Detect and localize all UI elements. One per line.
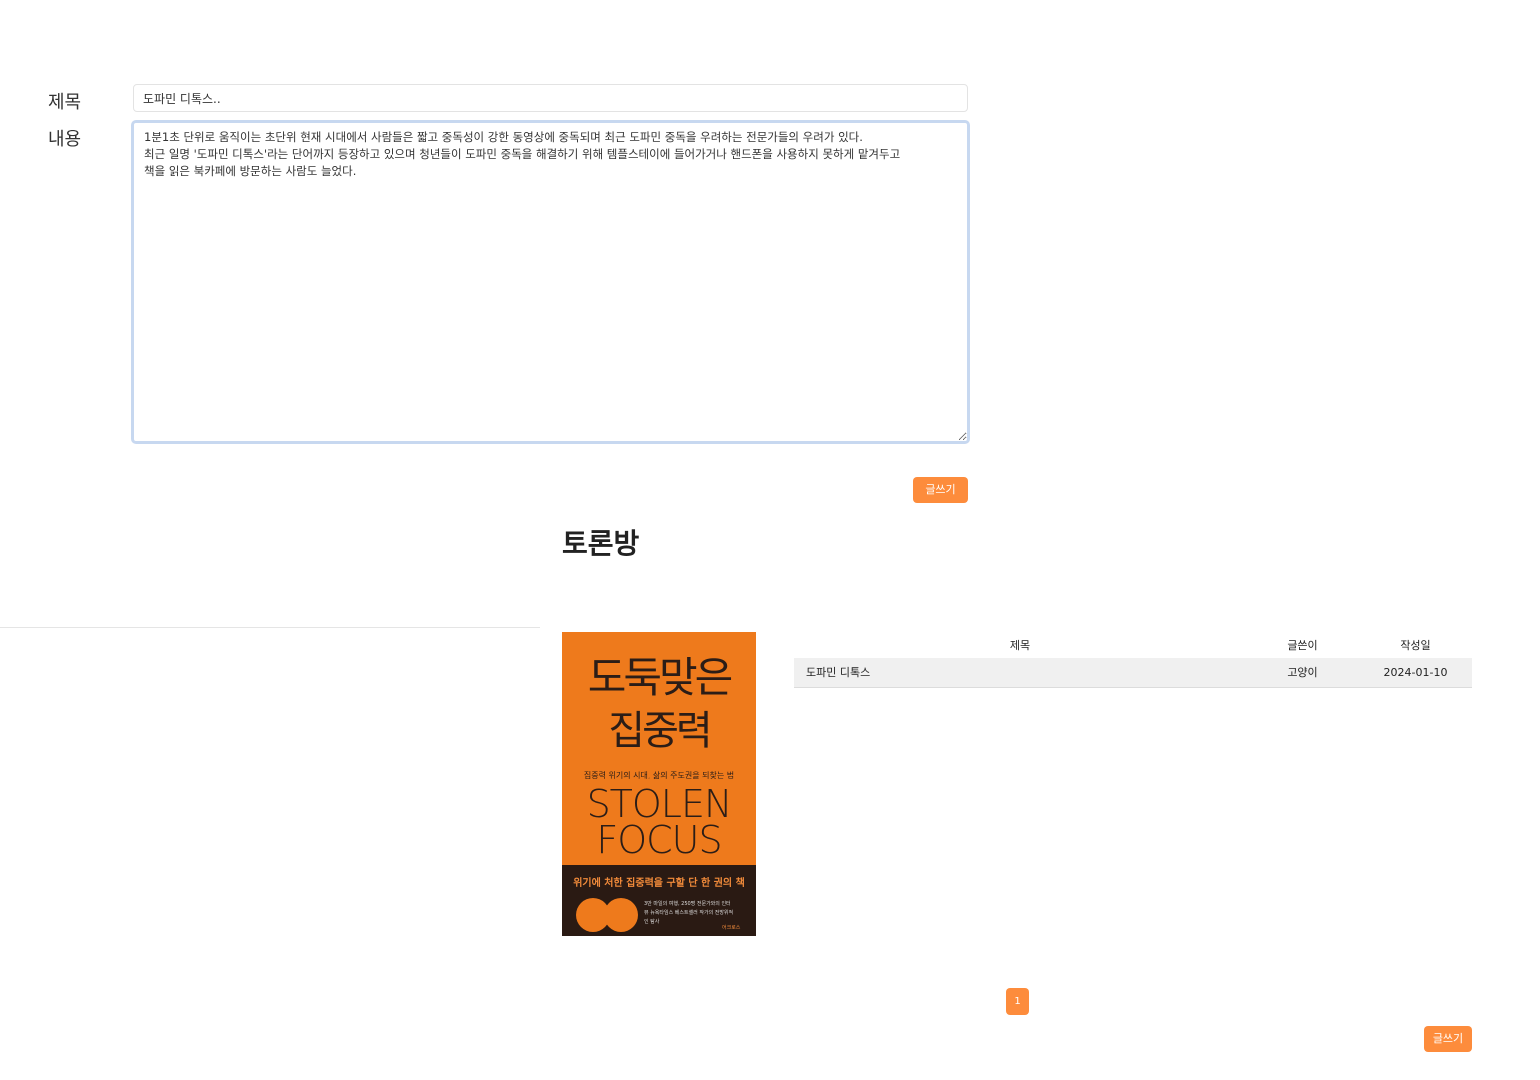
column-header-date: 작성일 bbox=[1400, 639, 1431, 652]
column-header-title: 제목 bbox=[1009, 639, 1031, 652]
book-cover-image: 도둑맞은 집중력 집중력 위기의 시대, 삶의 주도권을 되찾는 법 STOLE… bbox=[562, 632, 756, 936]
cover-tagline: 위기에 처한 집중력을 구할 단 한 권의 책 bbox=[573, 878, 745, 889]
cover-title-line1: 도둑맞은 bbox=[587, 653, 734, 702]
cover-badge bbox=[604, 898, 638, 932]
submit-post-button[interactable]: 글쓰기 bbox=[913, 477, 968, 503]
table-header-row: 제목 글쓴이 작성일 bbox=[794, 632, 1472, 658]
write-post-button[interactable]: 글쓰기 bbox=[1424, 1026, 1472, 1052]
content-label: 내용 bbox=[48, 129, 82, 150]
pagination-page-1[interactable]: 1 bbox=[1006, 988, 1029, 1015]
table-row[interactable]: 도파민 디톡스 고양이 2024-01-10 bbox=[794, 658, 1472, 688]
post-date: 2024-01-10 bbox=[1359, 658, 1472, 688]
cover-title-line2: 집중력 bbox=[608, 708, 712, 754]
column-header-author: 글쓴이 bbox=[1287, 639, 1318, 652]
content-textarea[interactable]: 1분1초 단위로 움직이는 초단위 현재 시대에서 사람들은 짧고 중독성이 강… bbox=[131, 120, 970, 444]
posts-table: 제목 글쓴이 작성일 도파민 디톡스 고양이 2024-01-10 bbox=[794, 632, 1472, 688]
board-heading: 토론방 bbox=[562, 527, 640, 560]
cover-english-line2: FOCUS bbox=[596, 818, 722, 862]
cover-blurb: 3만 마일의 여행, 250명 전문가와의 인터뷰 뉴욕타임스 베스트셀러 작가… bbox=[644, 901, 734, 925]
title-label: 제목 bbox=[48, 92, 82, 113]
cover-publisher: 어크로스 bbox=[722, 925, 741, 931]
cover-subtitle: 집중력 위기의 시대, 삶의 주도권을 되찾는 법 bbox=[583, 771, 735, 780]
title-input[interactable] bbox=[133, 84, 968, 112]
post-title-link[interactable]: 도파민 디톡스 bbox=[794, 658, 1246, 688]
divider bbox=[0, 627, 540, 628]
post-author: 고양이 bbox=[1246, 658, 1359, 688]
